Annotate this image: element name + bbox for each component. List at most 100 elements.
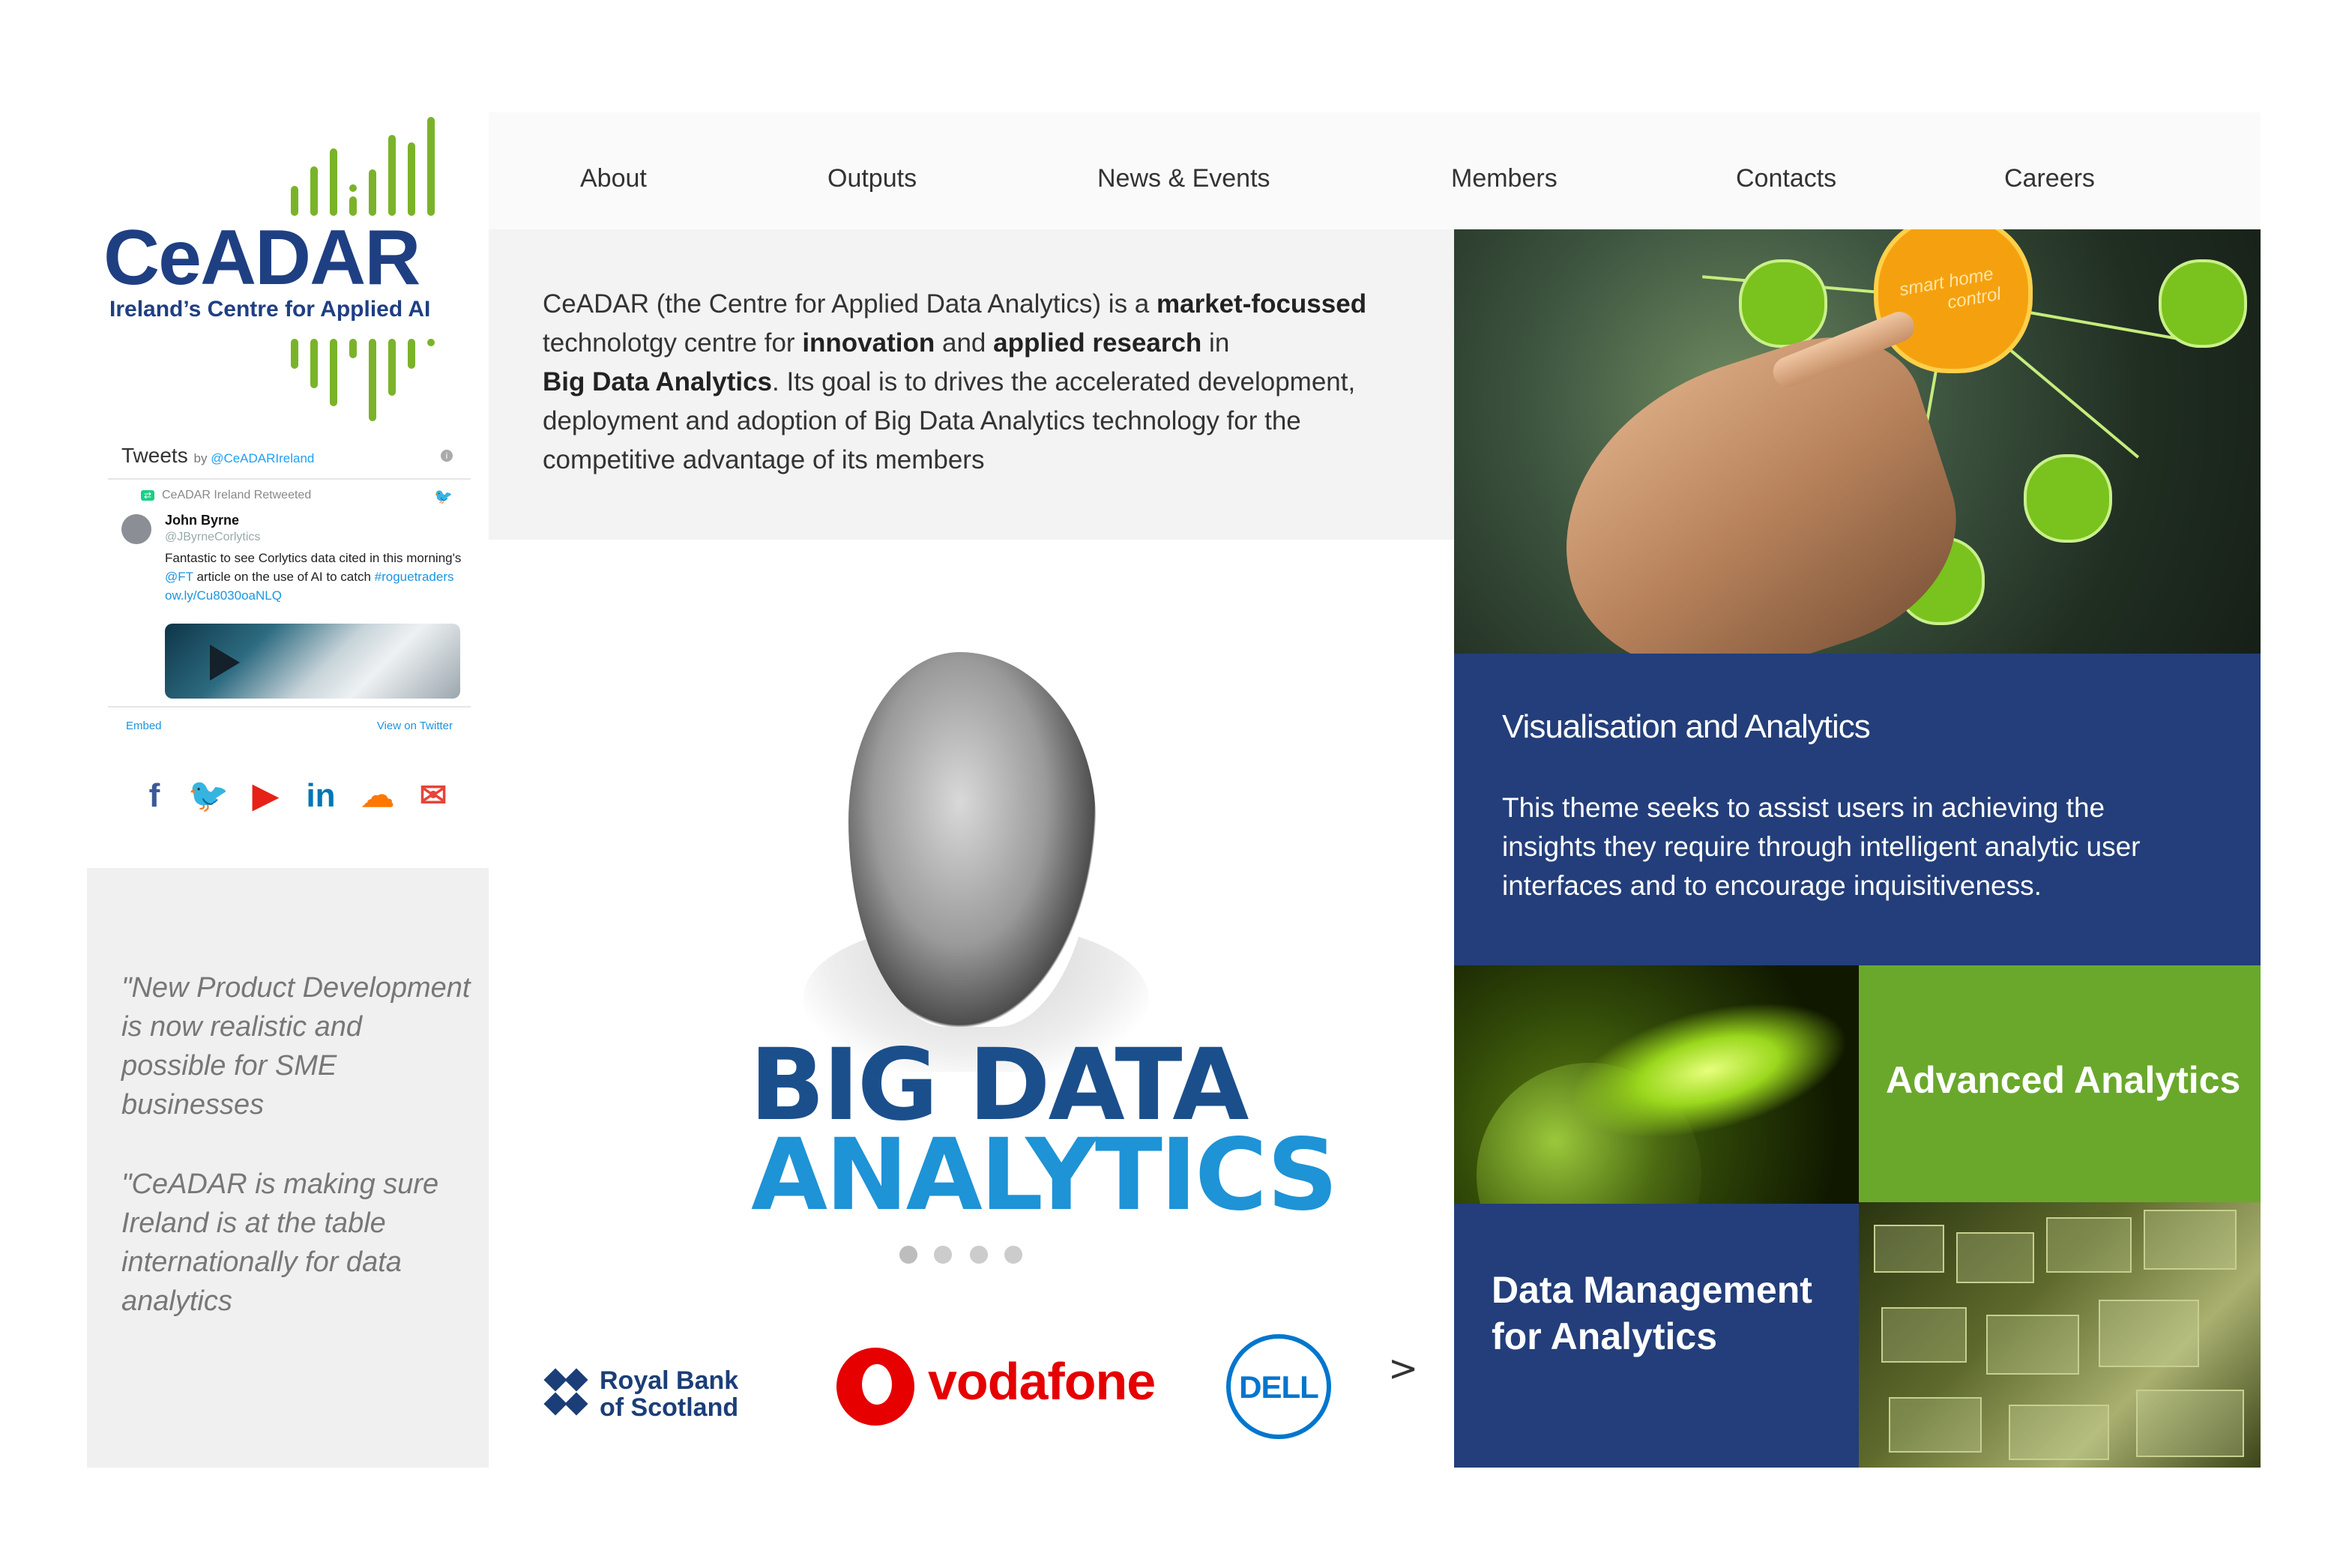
- intro-emphasis: innovation: [802, 328, 935, 358]
- nav-item-members[interactable]: Members: [1451, 112, 1557, 244]
- rbs-name-line: Royal Bank: [600, 1366, 739, 1395]
- twitter-bird-icon[interactable]: 🐦: [434, 487, 453, 506]
- soundcloud-icon[interactable]: ☁: [355, 774, 400, 818]
- carousel-dot[interactable]: [1004, 1246, 1022, 1264]
- nav-item-news-events[interactable]: News & Events: [1097, 112, 1270, 244]
- smart-home-image: smart home control: [1454, 229, 2261, 654]
- logo-dot: [427, 339, 435, 346]
- carousel-dot[interactable]: [970, 1246, 988, 1264]
- visualisation-title[interactable]: Visualisation and Analytics: [1502, 711, 1871, 744]
- testimonial-quote: "CeADAR is making sure Ireland is at the…: [121, 1169, 439, 1317]
- tweet-url-link[interactable]: ow.ly/Cu8030oaNLQ: [165, 588, 282, 603]
- tweet-text: Fantastic to see Corlytics data cited in…: [165, 549, 465, 605]
- visualisation-tile[interactable]: Visualisation and Analytics This theme s…: [1454, 654, 2261, 965]
- logo-bar: [310, 339, 318, 388]
- data-management-tile[interactable]: Data Management for Analytics: [1454, 1204, 1859, 1468]
- social-links: f 🐦 ▶ in ☁ ✉: [132, 774, 447, 818]
- visualisation-text: This theme seeks to assist users in achi…: [1502, 792, 2141, 901]
- tweet-user-name[interactable]: John Byrne: [165, 513, 239, 528]
- tweet-user-handle[interactable]: @JByrneCorlytics: [165, 531, 260, 544]
- monitor-node-icon: [2024, 454, 2112, 543]
- nav-item-about[interactable]: About: [580, 112, 647, 244]
- intro-panel: CeADAR (the Centre for Applied Data Anal…: [489, 229, 1454, 540]
- divider: [108, 706, 471, 708]
- hero-carousel[interactable]: BIG DATA ANALYTICS: [489, 540, 1454, 1304]
- info-icon[interactable]: i: [441, 450, 453, 462]
- advanced-analytics-tile[interactable]: Advanced Analytics: [1859, 965, 2261, 1202]
- retweet-label: CeADAR Ireland Retweeted: [162, 489, 312, 501]
- main-nav: About Outputs News & Events Members Cont…: [489, 112, 2261, 229]
- tweets-handle-link[interactable]: @CeADARIreland: [211, 451, 314, 465]
- rbs-logo[interactable]: Royal Bank of Scotland: [541, 1364, 738, 1424]
- logo-bar: [369, 169, 376, 216]
- tweet-media-image[interactable]: [165, 624, 460, 699]
- vodafone-logo[interactable]: vodafone: [836, 1345, 1166, 1427]
- intro-text: CeADAR (the Centre for Applied Data Anal…: [543, 285, 1420, 480]
- logo-bar: [349, 196, 357, 216]
- logo-bar: [427, 117, 435, 216]
- nav-item-careers[interactable]: Careers: [2004, 112, 2095, 244]
- dell-logo[interactable]: DELL: [1226, 1334, 1331, 1439]
- dell-name: DELL: [1239, 1369, 1319, 1405]
- data-management-title[interactable]: Data Management for Analytics: [1492, 1267, 1844, 1360]
- youtube-icon[interactable]: ▶: [243, 774, 288, 818]
- carousel-dot[interactable]: [899, 1246, 917, 1264]
- logo-bar: [310, 166, 318, 216]
- twitter-icon[interactable]: 🐦: [186, 774, 231, 818]
- avatar[interactable]: [121, 514, 151, 544]
- fibre-globe-image: [1454, 965, 1859, 1204]
- embed-link[interactable]: Embed: [126, 720, 162, 732]
- screens-wall-image: [1859, 1202, 2261, 1468]
- logo-dot: [349, 184, 357, 192]
- tweet-hashtag-link[interactable]: #roguetraders: [375, 570, 454, 584]
- divider: [108, 478, 471, 480]
- rbs-mark-icon: [541, 1368, 591, 1418]
- play-icon: [210, 645, 240, 681]
- intro-text-part: CeADAR (the Centre for Applied Data Anal…: [543, 289, 1157, 319]
- hero-figure-head: [848, 652, 1096, 1027]
- vodafone-speechmark-icon: [836, 1348, 914, 1426]
- linkedin-icon[interactable]: in: [298, 774, 343, 818]
- logo-bar: [330, 148, 337, 216]
- vodafone-name: vodafone: [928, 1352, 1156, 1411]
- nav-item-outputs[interactable]: Outputs: [827, 112, 917, 244]
- view-on-twitter-link[interactable]: View on Twitter: [377, 720, 453, 732]
- logo-bar: [291, 339, 298, 369]
- tweet-text-part: Fantastic to see Corlytics data cited in…: [165, 551, 462, 565]
- rbs-name: Royal Bank of Scotland: [600, 1367, 738, 1421]
- intro-emphasis: market-focussed: [1156, 289, 1367, 319]
- carousel-slide[interactable]: BIG DATA ANALYTICS: [750, 652, 1338, 1225]
- tweets-title: Tweets: [121, 444, 188, 467]
- logo-tagline: Ireland’s Centre for Applied AI: [109, 297, 431, 322]
- testimonials-panel: "New Product Development is now realisti…: [87, 868, 489, 1468]
- logo-bar: [408, 142, 415, 216]
- testimonial-quote: "New Product Development is now realisti…: [121, 972, 471, 1121]
- nav-item-contacts[interactable]: Contacts: [1736, 112, 1836, 244]
- tweets-header: Tweets by @CeADARIreland: [121, 444, 314, 468]
- logo-bar: [388, 339, 396, 396]
- logo-name: CeADAR: [103, 214, 420, 301]
- carousel-dots: [899, 1246, 1034, 1264]
- advanced-analytics-title[interactable]: Advanced Analytics: [1886, 1061, 2240, 1099]
- intro-emphasis: Big Data Analytics: [543, 367, 773, 396]
- next-arrow-button[interactable]: >: [1388, 1351, 1418, 1387]
- logo-bar: [291, 186, 298, 216]
- logo-bar: [349, 339, 357, 358]
- intro-emphasis: applied research: [993, 328, 1202, 358]
- mail-icon[interactable]: ✉: [411, 774, 456, 818]
- intro-text-part: technolotgy centre for: [543, 328, 803, 358]
- retweet-icon: ⇄: [141, 490, 154, 501]
- intro-text-part: and: [935, 328, 994, 358]
- rbs-name-line: of Scotland: [600, 1393, 739, 1422]
- ceadar-logo[interactable]: CeADAR Ireland’s Centre for Applied AI: [97, 112, 457, 435]
- twitter-timeline[interactable]: Tweets by @CeADARIreland i ⇄ CeADAR Irel…: [108, 436, 471, 744]
- logo-bar: [330, 339, 337, 406]
- tweets-by: by: [193, 451, 208, 465]
- tweet-mention-link[interactable]: @FT: [165, 570, 193, 584]
- carousel-dot[interactable]: [934, 1246, 952, 1264]
- logo-bar: [408, 339, 415, 369]
- intro-text-part: in: [1201, 328, 1230, 358]
- fridge-node-icon: [2159, 259, 2247, 348]
- facebook-icon[interactable]: f: [132, 774, 177, 818]
- smart-home-hub-icon: smart home control: [1874, 229, 2033, 373]
